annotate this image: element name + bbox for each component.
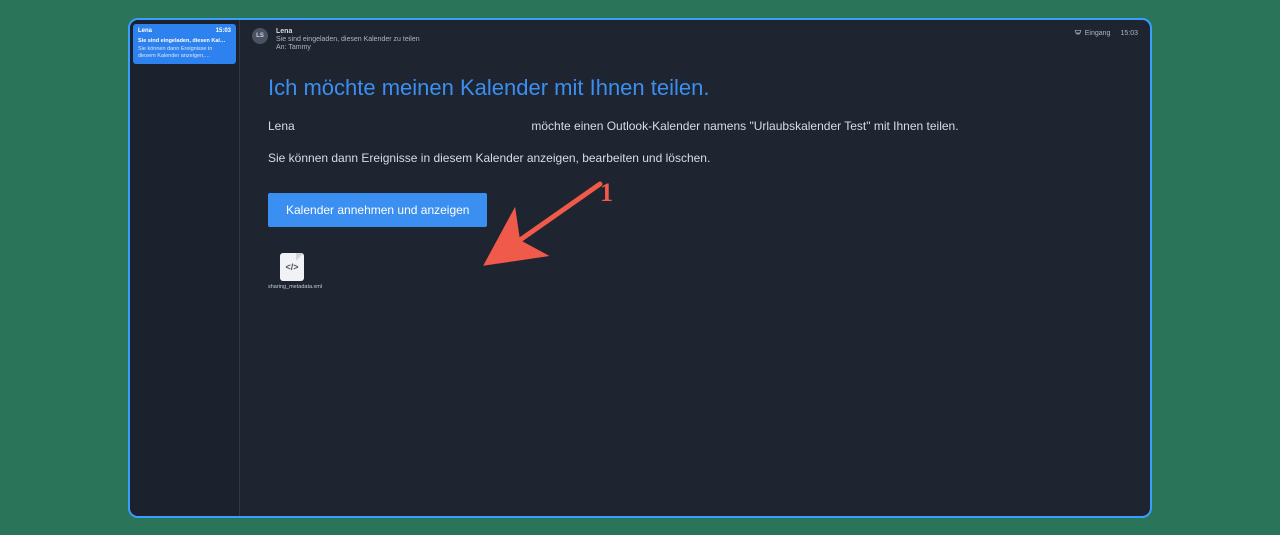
inbox-icon [1074,28,1082,38]
list-item-from: Lena [138,28,152,36]
share-permissions: Sie können dann Ereignisse in diesem Kal… [268,151,1122,165]
share-description: möchte einen Outlook-Kalender namens "Ur… [531,119,958,133]
header-to-label: An: [276,44,287,51]
sender-avatar: LS [252,28,268,44]
list-item-preview: Sie können dann Ereignisse in diesem Kal… [138,46,231,60]
message-list-item[interactable]: Lena 15:03 Sie sind eingeladen, diesen K… [133,24,236,64]
header-from: Lena [276,28,420,35]
share-sender-name: Lena [268,119,528,133]
mail-window: Lena 15:03 Sie sind eingeladen, diesen K… [128,18,1152,518]
accept-calendar-button[interactable]: Kalender annehmen und anzeigen [268,193,487,227]
list-item-time: 15:03 [216,28,231,36]
reading-pane: LS Lena Sie sind eingeladen, diesen Kale… [240,20,1150,516]
message-header: LS Lena Sie sind eingeladen, diesen Kale… [240,20,1150,57]
header-subject: Sie sind eingeladen, diesen Kalender zu … [276,36,420,43]
folder-label: Eingang [1085,30,1111,37]
header-time: 15:03 [1120,30,1138,37]
message-list-pane: Lena 15:03 Sie sind eingeladen, diesen K… [130,20,240,516]
header-to-name: Tammy [288,44,311,51]
list-item-subject: Sie sind eingeladen, diesen Kal… [138,38,231,45]
attachment-filename: sharing_metadata.xml [268,284,316,290]
folder-indicator[interactable]: Eingang [1074,28,1111,38]
share-title: Ich möchte meinen Kalender mit Ihnen tei… [268,75,1122,101]
message-body: Ich möchte meinen Kalender mit Ihnen tei… [240,57,1150,308]
attachment[interactable]: </> sharing_metadata.xml [268,253,316,290]
xml-file-icon: </> [280,253,304,281]
